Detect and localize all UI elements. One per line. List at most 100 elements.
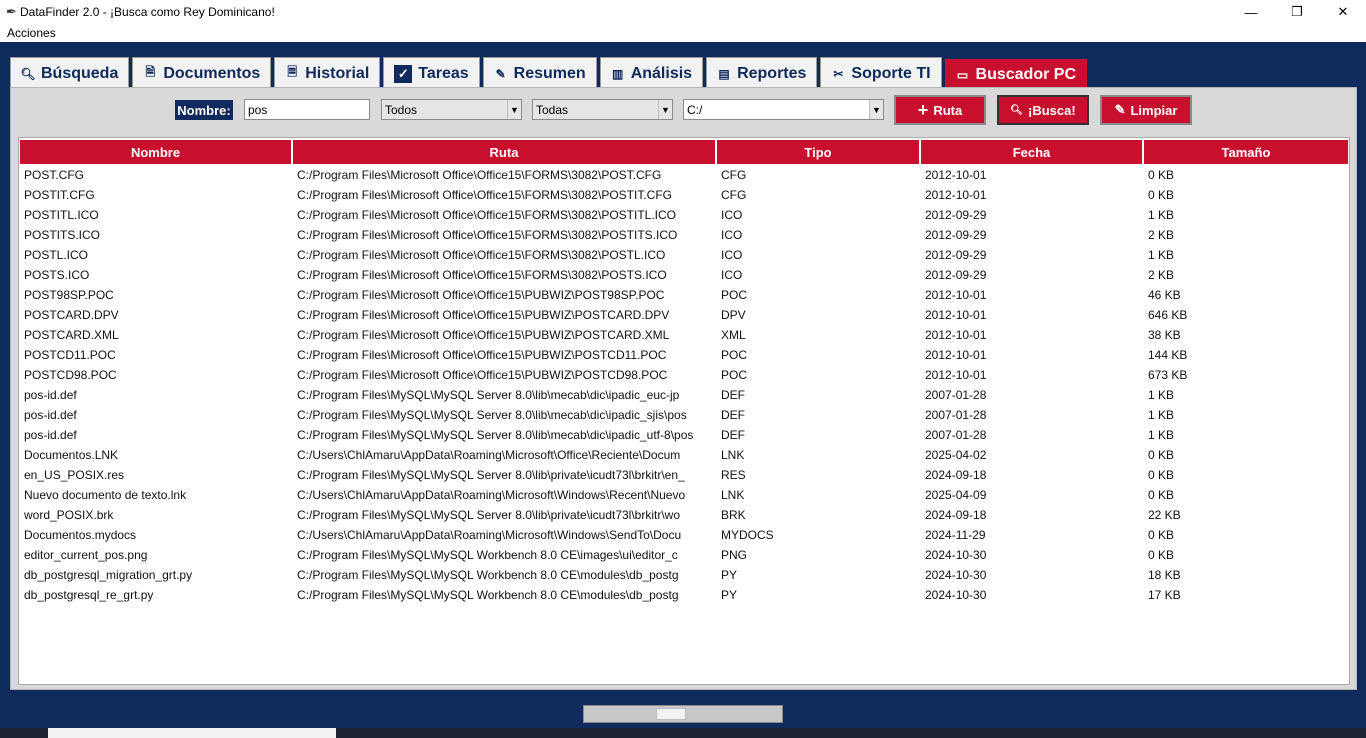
cell-tipo: ICO <box>721 208 743 222</box>
column-header-ruta[interactable]: Ruta <box>293 140 717 164</box>
table-row[interactable]: POSTCARD.DPV C:/Program Files\Microsoft O… <box>20 305 1348 325</box>
tab-buscador-pc[interactable]: ▭ Buscador PC <box>944 59 1087 89</box>
taskbar <box>0 728 1366 738</box>
table-row[interactable]: POSTL.ICO C:/Program Files\Microsoft Offi… <box>20 245 1348 265</box>
tab-label: Análisis <box>630 64 693 82</box>
name-input[interactable] <box>244 99 370 120</box>
tab-busqueda[interactable]: 🔍︎ Búsqueda <box>10 57 130 89</box>
table-row[interactable]: db_postgresql_migration_grt.py C:/Program… <box>20 565 1348 585</box>
cell-tamano: 0 KB <box>1148 488 1175 502</box>
table-row[interactable]: Documentos.mydocs C:/Users\ChlAmaru\AppDa… <box>20 525 1348 545</box>
cell-tamano: 1 KB <box>1148 388 1175 402</box>
table-row[interactable]: pos-id.def C:/Program Files\MySQL\MySQL S… <box>20 385 1348 405</box>
column-header-fecha[interactable]: Fecha <box>921 140 1144 164</box>
cell-ruta: C:/Users\ChlAmaru\AppData\Roaming\Micros… <box>297 528 682 542</box>
bar-chart-icon: ▥ <box>612 66 624 81</box>
cell-tipo: POC <box>721 288 748 302</box>
table-row[interactable]: POSTIT.CFG C:/Program Files\Microsoft Off… <box>20 185 1348 205</box>
table-row[interactable]: POSTCARD.XML C:/Program Files\Microsoft O… <box>20 325 1348 345</box>
tab-reportes[interactable]: ▤ Reportes <box>706 57 818 89</box>
history-icon: 🗏 <box>287 65 298 79</box>
menu-acciones[interactable]: Acciones <box>0 26 63 40</box>
chevron-down-icon[interactable]: ▼ <box>869 100 883 119</box>
cell-tipo: CFG <box>721 168 747 182</box>
cell-tipo: LNK <box>721 488 745 502</box>
restore-button[interactable]: ❐ <box>1274 0 1320 24</box>
tab-documentos[interactable]: 🗎 Documentos <box>132 57 272 89</box>
table-row[interactable]: editor_current_pos.png C:/Program Files\M… <box>20 545 1348 565</box>
chevron-down-icon[interactable]: ▼ <box>658 100 672 119</box>
cell-fecha: 2007-01-28 <box>925 388 987 402</box>
cell-tipo: BRK <box>721 508 746 522</box>
table-row[interactable]: POST98SP.POC C:/Program Files\Microsoft O… <box>20 285 1348 305</box>
cell-fecha: 2012-10-01 <box>925 328 987 342</box>
tab-tareas[interactable]: ✓ Tareas <box>383 57 480 89</box>
taskbar-search[interactable] <box>48 728 336 738</box>
name-label: Nombre: <box>175 100 233 120</box>
cell-fecha: 2012-10-01 <box>925 348 987 362</box>
cell-nombre: POSTCD98.POC <box>24 368 117 382</box>
clear-button[interactable]: ✎ Limpiar <box>1100 95 1192 125</box>
tab-bar: 🔍︎ Búsqueda 🗎 Documentos 🗏 Historial ✓ T… <box>10 53 1090 89</box>
search-button[interactable]: 🔍︎ ¡Busca! <box>997 95 1089 125</box>
table-row[interactable]: Nuevo documento de texto.lnk C:/Users\Chl… <box>20 485 1348 505</box>
cell-fecha: 2012-10-01 <box>925 368 987 382</box>
cell-nombre: POSTCD11.POC <box>24 348 116 362</box>
table-row[interactable]: POSTS.ICO C:/Program Files\Microsoft Offi… <box>20 265 1348 285</box>
column-header-tipo[interactable]: Tipo <box>717 140 921 164</box>
cell-tamano: 0 KB <box>1148 188 1175 202</box>
cell-nombre: POSTS.ICO <box>24 268 90 282</box>
table-body: POST.CFG C:/Program Files\Microsoft Offic… <box>20 165 1348 605</box>
search-button-label: ¡Busca! <box>1028 102 1076 118</box>
table-row[interactable]: POSTCD98.POC C:/Program Files\Microsoft O… <box>20 365 1348 385</box>
table-row[interactable]: Documentos.LNK C:/Users\ChlAmaru\AppData\… <box>20 445 1348 465</box>
table-row[interactable]: word_POSIX.brk C:/Program Files\MySQL\MyS… <box>20 505 1348 525</box>
plus-icon: + <box>917 99 929 120</box>
table-row[interactable]: pos-id.def C:/Program Files\MySQL\MySQL S… <box>20 405 1348 425</box>
tab-historial[interactable]: 🗏 Historial <box>274 57 381 89</box>
column-header-nombre[interactable]: Nombre <box>20 140 293 164</box>
path-select[interactable]: C:/ ▼ <box>683 99 884 120</box>
results-table[interactable]: Nombre Ruta Tipo Fecha Tamaño POST.CFG C:… <box>18 137 1350 685</box>
horizontal-scrollbar[interactable] <box>583 705 783 723</box>
cell-ruta: C:/Program Files\Microsoft Office\Office… <box>297 348 667 362</box>
search-row: Nombre: Todos ▼ Todas ▼ C:/ ▼ + Ruta 🔍︎ … <box>11 88 1356 134</box>
cell-nombre: Documentos.LNK <box>24 448 119 462</box>
table-row[interactable]: POST.CFG C:/Program Files\Microsoft Offic… <box>20 165 1348 185</box>
search-icon: 🔍︎ <box>20 66 36 81</box>
title-bar: ✒ DataFinder 2.0 - ¡Busca como Rey Domin… <box>0 0 1366 24</box>
type-select[interactable]: Todos ▼ <box>381 99 522 120</box>
cell-tipo: PNG <box>721 548 748 562</box>
table-row[interactable]: POSTITL.ICO C:/Program Files\Microsoft Of… <box>20 205 1348 225</box>
cell-tipo: POC <box>721 348 748 362</box>
tab-analisis[interactable]: ▥ Análisis <box>599 57 704 89</box>
chevron-down-icon[interactable]: ▼ <box>507 100 521 119</box>
column-header-tamano[interactable]: Tamaño <box>1144 140 1348 164</box>
menu-bar: Acciones <box>0 24 1366 42</box>
cell-fecha: 2025-04-09 <box>925 488 987 502</box>
cell-tamano: 38 KB <box>1148 328 1181 342</box>
cell-tamano: 646 KB <box>1148 308 1188 322</box>
cell-tipo: MYDOCS <box>721 528 774 542</box>
cell-ruta: C:/Program Files\MySQL\MySQL Server 8.0\… <box>297 468 685 482</box>
cell-tamano: 2 KB <box>1148 228 1175 242</box>
add-path-button[interactable]: + Ruta <box>894 95 986 125</box>
close-button[interactable]: ✕ <box>1320 0 1366 24</box>
table-row[interactable]: en_US_POSIX.res C:/Program Files\MySQL\My… <box>20 465 1348 485</box>
scrollbar-thumb[interactable] <box>656 708 686 720</box>
table-row[interactable]: db_postgresql_re_grt.py C:/Program Files\… <box>20 585 1348 605</box>
table-row[interactable]: POSTCD11.POC C:/Program Files\Microsoft O… <box>20 345 1348 365</box>
table-row[interactable]: POSTITS.ICO C:/Program Files\Microsoft Of… <box>20 225 1348 245</box>
date-select[interactable]: Todas ▼ <box>532 99 673 120</box>
cell-fecha: 2012-09-29 <box>925 208 987 222</box>
tab-resumen[interactable]: ✎ Resumen <box>482 57 597 89</box>
table-row[interactable]: pos-id.def C:/Program Files\MySQL\MySQL S… <box>20 425 1348 445</box>
broom-icon: ✎ <box>1114 102 1126 117</box>
cell-tipo: POC <box>721 368 748 382</box>
minimize-button[interactable]: — <box>1228 0 1274 24</box>
tab-soporte-ti[interactable]: ✂ Soporte TI <box>820 57 942 89</box>
cell-tipo: XML <box>721 328 746 342</box>
cell-ruta: C:/Program Files\MySQL\MySQL Server 8.0\… <box>297 428 694 442</box>
cell-ruta: C:/Program Files\MySQL\MySQL Workbench 8… <box>297 588 679 602</box>
tab-label: Tareas <box>418 64 469 82</box>
